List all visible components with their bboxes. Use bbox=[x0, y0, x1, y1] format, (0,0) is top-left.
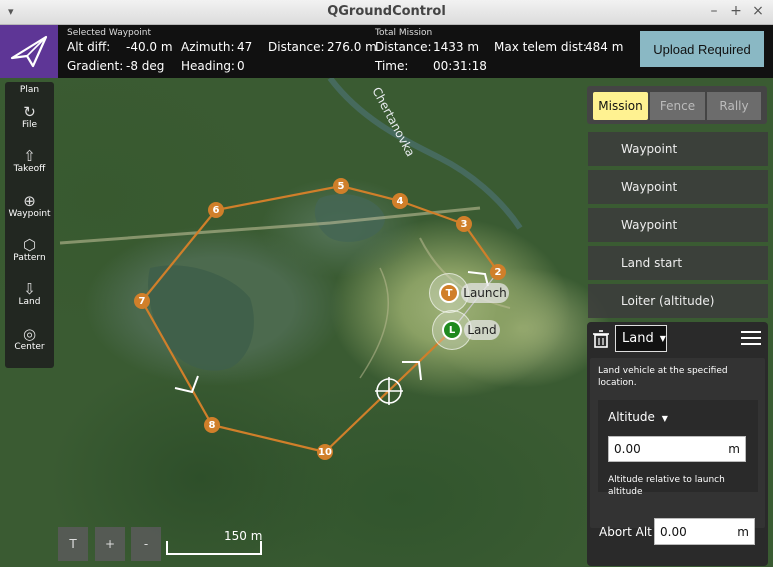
waypoint-icon: ⊕ bbox=[23, 192, 36, 210]
mission-item[interactable]: Waypoint bbox=[588, 208, 768, 242]
waypoint-marker[interactable]: 3 bbox=[456, 216, 472, 232]
mission-item-editor: Land ▼ Land vehicle at the specified loc… bbox=[587, 322, 768, 566]
time-label: Time: bbox=[375, 59, 409, 73]
command-description: Land vehicle at the specified location. bbox=[598, 366, 728, 388]
altitude-unit: m bbox=[728, 442, 740, 456]
altitude-group: Altitude ▼ 0.00 m Altitude relative to l… bbox=[598, 400, 758, 497]
azimuth-label: Azimuth: bbox=[181, 40, 235, 54]
tool-land[interactable]: ⇩ Land bbox=[5, 281, 54, 307]
plan-tool-header: Plan bbox=[19, 85, 40, 95]
distance-value: 276.0 m bbox=[327, 40, 377, 54]
minimize-button[interactable]: – bbox=[706, 3, 722, 19]
mission-item[interactable]: Loiter (altitude) bbox=[588, 284, 768, 318]
plan-tool-strip: Plan ↻ File ⇧ Takeoff ⊕ Waypoint ⬡ Patte… bbox=[5, 82, 54, 368]
abort-alt-value: 0.00 bbox=[660, 524, 687, 539]
waypoint-marker[interactable]: 2 bbox=[490, 264, 506, 280]
chevron-down-icon: ▼ bbox=[661, 414, 668, 423]
tool-pattern[interactable]: ⬡ Pattern bbox=[5, 237, 54, 263]
zoom-out-button[interactable]: - bbox=[131, 527, 161, 561]
abort-alt-field[interactable]: 0.00 m bbox=[654, 518, 755, 545]
altitude-field-value: 0.00 bbox=[614, 442, 641, 456]
altitude-help-text: Altitude relative to launch altitude bbox=[608, 475, 725, 497]
waypoint-marker[interactable]: 10 bbox=[317, 444, 333, 460]
file-icon: ↻ bbox=[23, 103, 36, 121]
land-marker[interactable]: L bbox=[442, 320, 462, 340]
altitude-mode-select[interactable]: Altitude ▼ bbox=[608, 410, 668, 424]
tab-mission[interactable]: Mission bbox=[593, 92, 648, 120]
command-select[interactable]: Land ▼ bbox=[615, 325, 667, 352]
gradient-label: Gradient: bbox=[67, 59, 124, 73]
altitude-label: Altitude bbox=[608, 410, 655, 424]
zoom-home-button[interactable]: T bbox=[58, 527, 88, 561]
land-icon: ⇩ bbox=[23, 280, 36, 298]
gradient-value: -8 deg bbox=[126, 59, 165, 73]
close-button[interactable]: × bbox=[750, 3, 766, 19]
total-mission-header: Total Mission bbox=[375, 28, 433, 38]
land-label: Land bbox=[464, 320, 500, 340]
launch-label: Launch bbox=[461, 283, 509, 303]
chevron-down-icon: ▼ bbox=[659, 334, 666, 343]
tool-waypoint[interactable]: ⊕ Waypoint bbox=[5, 193, 54, 219]
mission-item[interactable]: Waypoint bbox=[588, 132, 768, 166]
mission-item[interactable]: Land start bbox=[588, 246, 768, 280]
maximize-button[interactable]: + bbox=[728, 3, 744, 19]
zoom-in-button[interactable]: + bbox=[95, 527, 125, 561]
azimuth-value: 47 bbox=[237, 40, 253, 54]
total-distance-label: Distance: bbox=[375, 40, 432, 54]
tool-waypoint-label: Waypoint bbox=[8, 209, 51, 219]
plan-toolbar: Selected Waypoint Alt diff: -40.0 m Grad… bbox=[0, 25, 773, 78]
upload-required-button[interactable]: Upload Required bbox=[640, 31, 764, 67]
tool-file-label: File bbox=[21, 120, 38, 130]
waypoint-marker[interactable]: 7 bbox=[134, 293, 150, 309]
command-select-value: Land bbox=[622, 331, 654, 346]
distance-label: Distance: bbox=[268, 40, 325, 54]
takeoff-icon: ⇧ bbox=[23, 147, 36, 165]
alt-diff-label: Alt diff: bbox=[67, 40, 111, 54]
plan-type-tabs: Mission Fence Rally bbox=[587, 86, 767, 124]
heading-value: 0 bbox=[237, 59, 245, 73]
time-value: 00:31:18 bbox=[433, 59, 487, 73]
selected-waypoint-header: Selected Waypoint bbox=[67, 28, 151, 38]
abort-alt-label: Abort Alt bbox=[599, 525, 652, 539]
max-telem-label: Max telem dist: bbox=[494, 40, 587, 54]
max-telem-value: 484 m bbox=[585, 40, 624, 54]
waypoint-marker[interactable]: 6 bbox=[208, 202, 224, 218]
waypoint-marker[interactable]: 8 bbox=[204, 417, 220, 433]
tab-rally[interactable]: Rally bbox=[707, 92, 761, 120]
qgc-logo-button[interactable] bbox=[0, 25, 58, 78]
title-bar: ▾ QGroundControl – + × bbox=[0, 0, 773, 25]
trash-icon[interactable] bbox=[592, 330, 610, 348]
editor-body: Land vehicle at the specified location. … bbox=[590, 358, 765, 528]
app-window: ▾ QGroundControl – + × Selected Waypoint… bbox=[0, 0, 773, 567]
hamburger-menu-icon[interactable] bbox=[741, 330, 761, 346]
heading-label: Heading: bbox=[181, 59, 235, 73]
waypoint-marker[interactable]: 4 bbox=[392, 193, 408, 209]
pattern-icon: ⬡ bbox=[22, 236, 37, 254]
tool-center[interactable]: ◎ Center bbox=[5, 326, 54, 352]
waypoint-marker[interactable]: 5 bbox=[333, 178, 349, 194]
mission-item[interactable]: Waypoint bbox=[588, 170, 768, 204]
altitude-field[interactable]: 0.00 m bbox=[608, 436, 746, 462]
tool-land-label: Land bbox=[18, 297, 41, 307]
paper-plane-icon bbox=[10, 35, 48, 68]
scale-bar-label: 150 m bbox=[224, 529, 262, 543]
launch-marker[interactable]: T bbox=[439, 283, 459, 303]
window-title: QGroundControl bbox=[327, 4, 446, 19]
alt-diff-value: -40.0 m bbox=[126, 40, 173, 54]
tool-center-label: Center bbox=[14, 342, 45, 352]
tool-takeoff[interactable]: ⇧ Takeoff bbox=[5, 148, 54, 174]
abort-alt-unit: m bbox=[737, 524, 749, 539]
tool-takeoff-label: Takeoff bbox=[13, 164, 46, 174]
center-icon: ◎ bbox=[22, 325, 37, 343]
tool-file[interactable]: ↻ File bbox=[5, 104, 54, 130]
tool-pattern-label: Pattern bbox=[13, 253, 46, 263]
total-distance-value: 1433 m bbox=[433, 40, 480, 54]
tab-fence[interactable]: Fence bbox=[650, 92, 705, 120]
